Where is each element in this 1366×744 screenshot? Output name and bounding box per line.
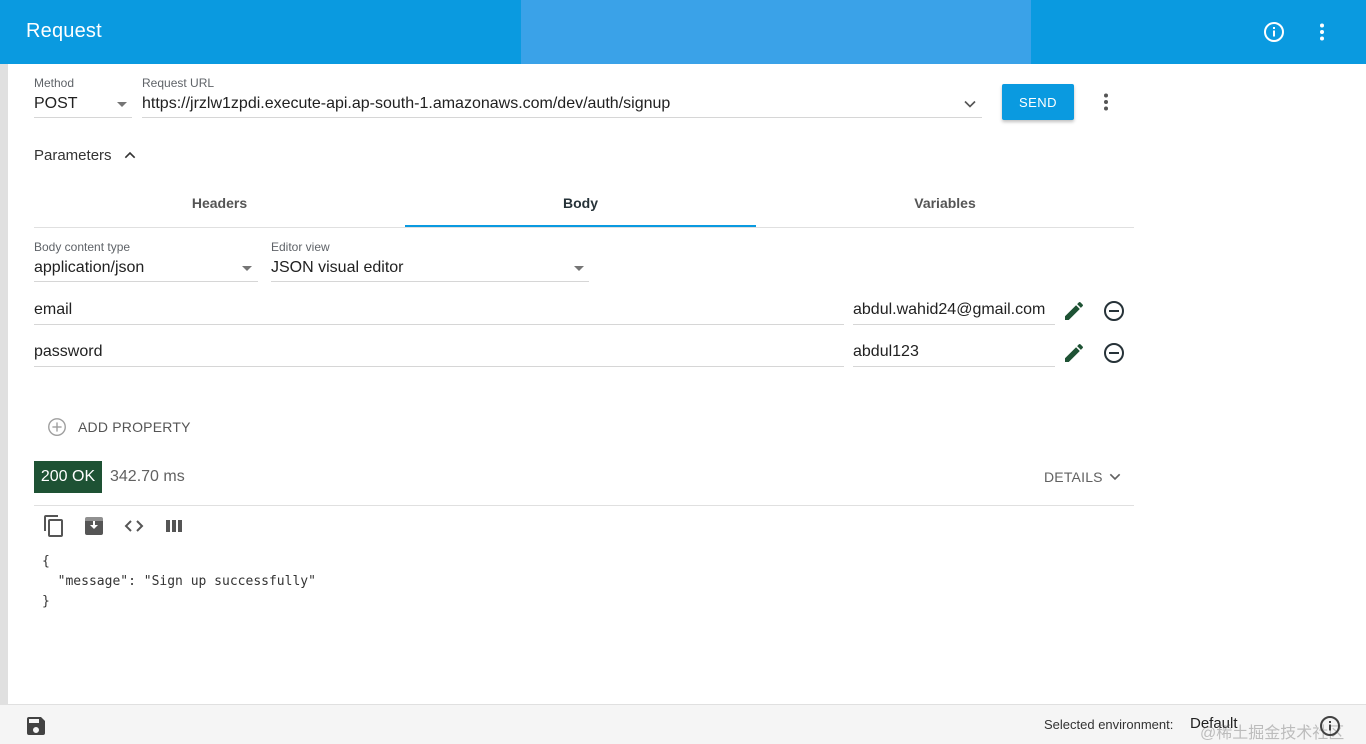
chevron-down-icon (1109, 473, 1120, 481)
response-body: { "message": "Sign up successfully"} (42, 552, 316, 612)
edit-icon[interactable] (1062, 299, 1086, 323)
parameters-title: Parameters (34, 146, 112, 164)
method-label: Method (34, 76, 75, 90)
chevron-up-icon (122, 147, 138, 163)
code-line: { (42, 554, 50, 569)
app-bar-highlight (521, 0, 1031, 64)
property-name-input[interactable]: email (34, 301, 72, 319)
editor-view-underline (271, 281, 589, 282)
method-underline (34, 117, 132, 118)
editor-view-dropdown-icon (574, 266, 584, 271)
chevron-down-icon[interactable] (960, 94, 980, 114)
remove-circle-icon[interactable] (1102, 299, 1126, 323)
url-label: Request URL (142, 76, 215, 90)
request-more-icon[interactable] (1094, 90, 1118, 114)
response-time: 342.70 ms (110, 468, 185, 485)
add-property-label: ADD PROPERTY (78, 419, 191, 435)
more-vert-icon[interactable] (1310, 20, 1334, 44)
property-value-underline (853, 324, 1055, 325)
remove-circle-icon[interactable] (1102, 341, 1126, 365)
url-value: https://jrzlw1zpdi.execute-api.ap-south-… (142, 95, 671, 112)
editor-view-label: Editor view (271, 240, 330, 254)
url-underline (142, 117, 982, 118)
status-badge: 200 OK (34, 461, 102, 493)
details-label: DETAILS (1044, 469, 1103, 485)
method-dropdown-icon (117, 102, 127, 107)
info-icon[interactable] (1318, 714, 1342, 738)
edit-icon[interactable] (1062, 341, 1086, 365)
code-icon[interactable] (122, 514, 146, 538)
property-value-input[interactable]: abdul.wahid24@gmail.com (853, 301, 1045, 319)
add-circle-icon (48, 418, 66, 436)
editor-view-value: JSON visual editor (271, 259, 404, 276)
send-button[interactable]: SEND (1002, 84, 1074, 120)
parameters-toggle[interactable]: Parameters (34, 144, 138, 166)
body-content-type-value: application/json (34, 259, 145, 276)
save-response-icon[interactable] (82, 514, 106, 538)
tab-headers[interactable]: Headers (34, 180, 405, 226)
environment-label: Selected environment: (1044, 717, 1174, 732)
parameters-tabs: Headers Body Variables (34, 180, 1134, 228)
content-type-underline (34, 281, 258, 282)
code-line: } (42, 594, 50, 609)
columns-icon[interactable] (162, 514, 186, 538)
tab-variables[interactable]: Variables (756, 180, 1134, 226)
save-icon[interactable] (24, 714, 48, 738)
page-title: Request (26, 20, 102, 42)
footer-bar: Selected environment: Default @稀土掘金技术社区 (0, 704, 1366, 744)
property-name-underline (34, 324, 844, 325)
left-scroll-gutter (0, 64, 8, 704)
body-content-type-label: Body content type (34, 240, 131, 254)
tab-body[interactable]: Body (405, 180, 756, 226)
info-icon[interactable] (1262, 20, 1286, 44)
tab-active-indicator (405, 225, 756, 227)
property-value-underline (853, 366, 1055, 367)
property-name-underline (34, 366, 844, 367)
details-button[interactable]: DETAILS (1044, 469, 1123, 485)
add-property-button[interactable]: ADD PROPERTY (46, 414, 191, 440)
content-type-dropdown-icon (242, 266, 252, 271)
app-bar: Request (0, 0, 1366, 64)
copy-icon[interactable] (42, 514, 66, 538)
property-value-input[interactable]: abdul123 (853, 343, 919, 361)
code-line: "message": "Sign up successfully" (42, 574, 316, 589)
method-value: POST (34, 95, 78, 112)
property-name-input[interactable]: password (34, 343, 102, 361)
response-divider (34, 505, 1134, 506)
